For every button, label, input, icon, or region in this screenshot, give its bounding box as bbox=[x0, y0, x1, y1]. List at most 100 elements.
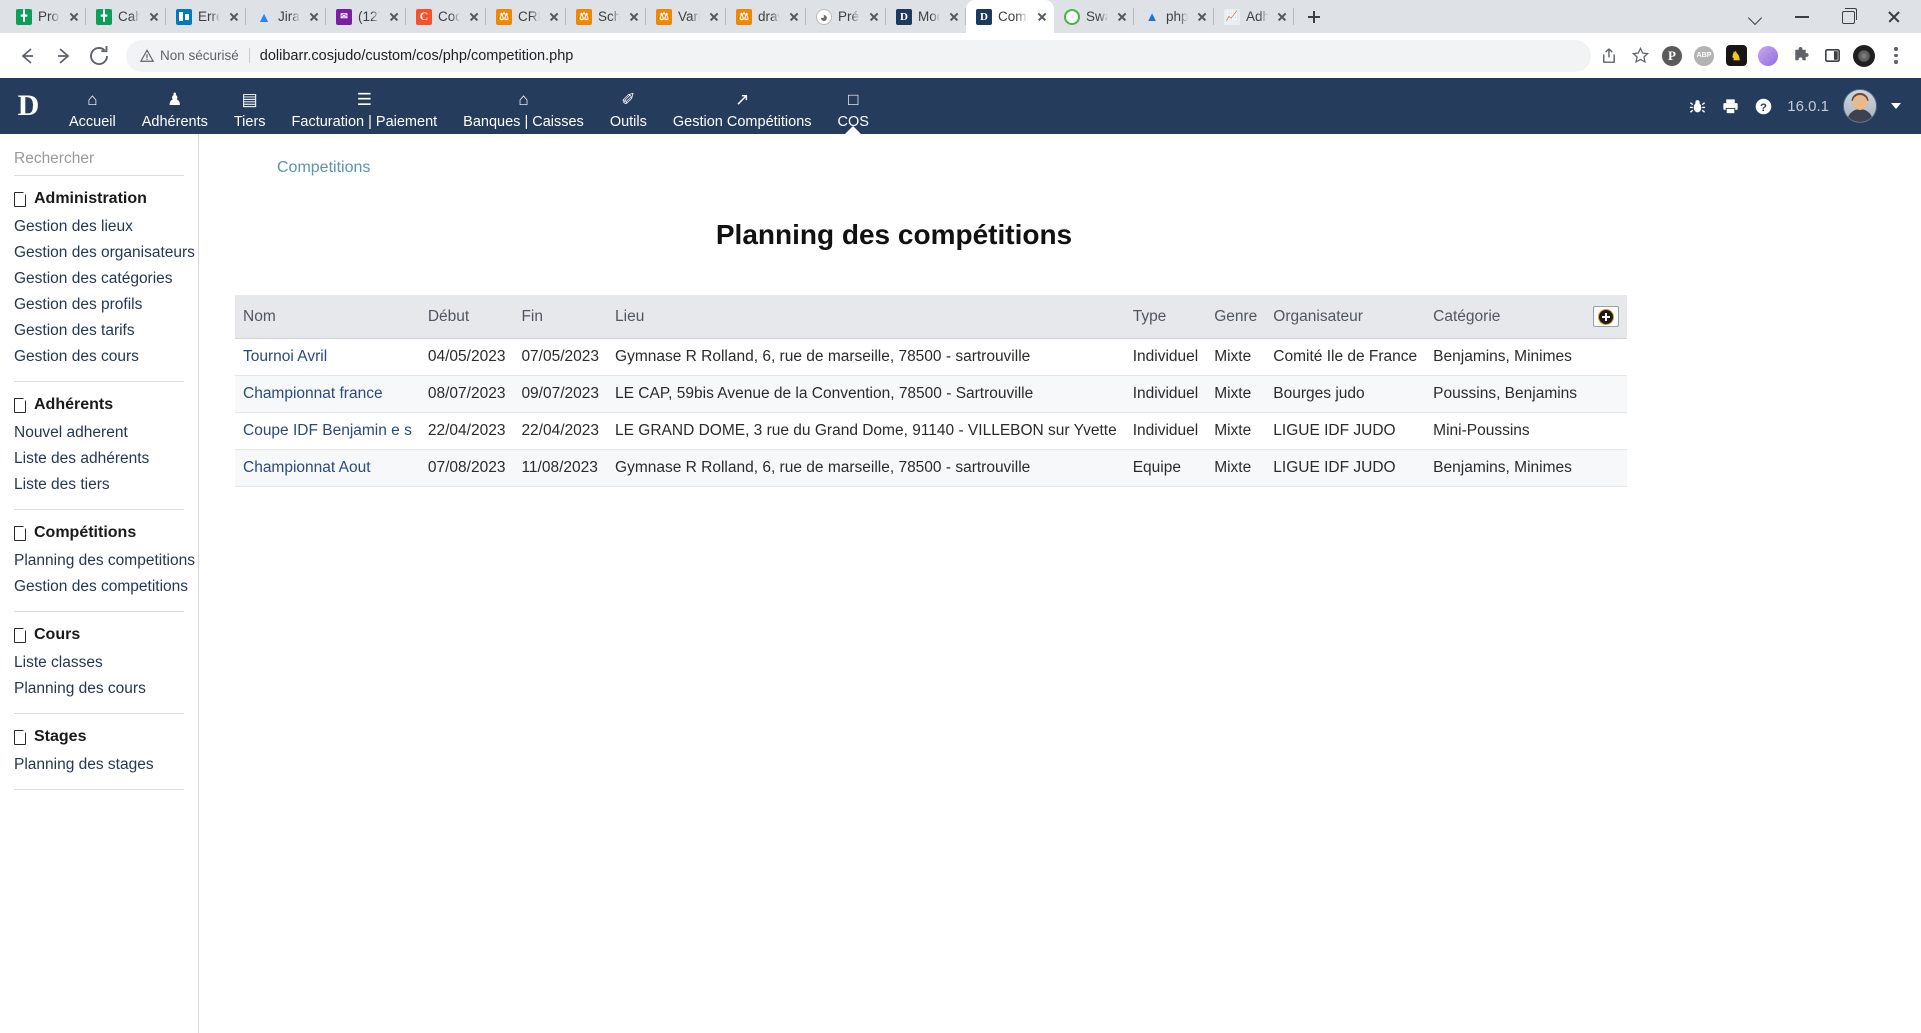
pinterest-extension-icon[interactable]: P bbox=[1657, 41, 1687, 71]
address-bar[interactable]: Non sécurisé dolibarr.cosjudo/custom/cos… bbox=[126, 39, 1591, 72]
bookmark-star-icon[interactable] bbox=[1625, 41, 1655, 71]
forward-button[interactable] bbox=[46, 39, 80, 73]
sidebar-item-gestion-des-profils[interactable]: Gestion des profils bbox=[0, 292, 198, 318]
browser-tab[interactable]: ⚖ CRM C bbox=[486, 0, 566, 33]
dolibarr-logo[interactable]: D bbox=[0, 78, 56, 134]
sidebar-item-planning-des-cours[interactable]: Planning des cours bbox=[0, 676, 198, 702]
topmenu-item-cos[interactable]: □ COS bbox=[825, 78, 882, 134]
close-tab-icon[interactable] bbox=[1194, 9, 1210, 25]
table-header-fin[interactable]: Fin bbox=[513, 295, 608, 339]
close-tab-icon[interactable] bbox=[786, 9, 802, 25]
puzzle-extensions-icon[interactable] bbox=[1785, 41, 1815, 71]
purple-extension-icon[interactable] bbox=[1753, 41, 1783, 71]
restore-window-button[interactable] bbox=[1825, 0, 1871, 33]
close-tab-icon[interactable] bbox=[866, 9, 882, 25]
browser-tab[interactable]: ▲ php - G bbox=[1134, 0, 1214, 33]
table-header-genre[interactable]: Genre bbox=[1206, 295, 1266, 339]
browser-tab[interactable]: D Compe bbox=[966, 0, 1054, 33]
close-tab-icon[interactable] bbox=[306, 9, 322, 25]
avatar[interactable] bbox=[1843, 89, 1877, 123]
printer-icon[interactable] bbox=[1721, 97, 1740, 116]
browser-tab[interactable]: ╋ Project bbox=[6, 0, 86, 33]
sidebar-item-liste-des-tiers[interactable]: Liste des tiers bbox=[0, 472, 198, 498]
sidebar-item-gestion-des-organisateurs[interactable]: Gestion des organisateurs bbox=[0, 240, 198, 266]
browser-tab[interactable]: ⚖ Schéma bbox=[566, 0, 646, 33]
sidebar-item-gestion-des-tarifs[interactable]: Gestion des tarifs bbox=[0, 318, 198, 344]
browser-tab[interactable]: Swagge bbox=[1054, 0, 1134, 33]
browser-tab[interactable]: ▲ Jira | Lo bbox=[246, 0, 326, 33]
browser-tab[interactable]: C Coda | bbox=[406, 0, 486, 33]
sidebar-item-gestion-des-cours[interactable]: Gestion des cours bbox=[0, 344, 198, 370]
table-header-d-but[interactable]: Début bbox=[419, 295, 514, 339]
close-tab-icon[interactable] bbox=[946, 9, 962, 25]
reload-button[interactable] bbox=[82, 39, 116, 73]
close-window-button[interactable] bbox=[1871, 0, 1917, 33]
competition-link[interactable]: Tournoi Avril bbox=[243, 348, 327, 365]
browser-tab[interactable]: ⚖ Variable bbox=[646, 0, 726, 33]
topmenu-item-banques-caisses[interactable]: ⌂ Banques | Caisses bbox=[450, 78, 597, 134]
close-tab-icon[interactable] bbox=[66, 9, 82, 25]
table-header-nom[interactable]: Nom bbox=[235, 295, 420, 339]
chevron-down-icon[interactable] bbox=[1891, 103, 1901, 109]
minimize-window-button[interactable] bbox=[1779, 0, 1825, 33]
close-tab-icon[interactable] bbox=[466, 9, 482, 25]
security-warning[interactable]: Non sécurisé bbox=[140, 48, 250, 63]
sidebar-item-planning-des-stages[interactable]: Planning des stages bbox=[0, 752, 198, 778]
browser-tab[interactable]: ⚖ draw.io bbox=[726, 0, 806, 33]
back-button[interactable] bbox=[10, 39, 44, 73]
sidebar-item-gestion-des-cat-gories[interactable]: Gestion des catégories bbox=[0, 266, 198, 292]
browser-tab[interactable]: Erreur | bbox=[166, 0, 246, 33]
table-header-type[interactable]: Type bbox=[1124, 295, 1207, 339]
adblock-extension-icon[interactable]: ABP bbox=[1689, 41, 1719, 71]
add-competition-button[interactable] bbox=[1593, 306, 1620, 327]
browser-tab[interactable]: ╋ Cahier d bbox=[86, 0, 166, 33]
close-tab-icon[interactable] bbox=[386, 9, 402, 25]
profile-avatar-icon[interactable] bbox=[1849, 41, 1879, 71]
close-tab-icon[interactable] bbox=[146, 9, 162, 25]
table-row[interactable]: Coupe IDF Benjamin e s 22/04/2023 22/04/20… bbox=[235, 412, 1628, 450]
search-input[interactable] bbox=[14, 150, 214, 168]
topmenu-item-gestion-comp-titions[interactable]: ↗ Gestion Compétitions bbox=[660, 78, 825, 134]
close-tab-icon[interactable] bbox=[1034, 9, 1050, 25]
sidebar-item-nouvel-adherent[interactable]: Nouvel adherent bbox=[0, 420, 198, 446]
sidebar-item-liste-des-adh-rents[interactable]: Liste des adhérents bbox=[0, 446, 198, 472]
browser-tab[interactable]: 📈 Adhére bbox=[1214, 0, 1294, 33]
browser-tab[interactable]: ◕ Présent bbox=[806, 0, 886, 33]
topmenu-item-outils[interactable]: ✐ Outils bbox=[597, 78, 660, 134]
table-row[interactable]: Championnat Aout 07/08/2023 11/08/2023 Gymn… bbox=[235, 449, 1628, 487]
close-tab-icon[interactable] bbox=[226, 9, 242, 25]
new-tab-button[interactable] bbox=[1300, 3, 1328, 31]
browser-tab[interactable]: ✉ (1276 m bbox=[326, 0, 406, 33]
topmenu-item-accueil[interactable]: ⌂ Accueil bbox=[56, 78, 129, 134]
chrome-menu-icon[interactable] bbox=[1881, 41, 1911, 71]
competition-link[interactable]: Championnat Aout bbox=[243, 459, 371, 476]
help-icon[interactable]: ? bbox=[1754, 97, 1773, 116]
sidebar-item-liste-classes[interactable]: Liste classes bbox=[0, 650, 198, 676]
sidebar-item-gestion-des-competitions[interactable]: Gestion des competitions bbox=[0, 574, 198, 600]
table-header-lieu[interactable]: Lieu bbox=[607, 295, 1125, 339]
close-tab-icon[interactable] bbox=[706, 9, 722, 25]
bug-icon[interactable] bbox=[1688, 97, 1707, 116]
topmenu-item-adh-rents[interactable]: ♟ Adhérents bbox=[129, 78, 221, 134]
table-header-organisateur[interactable]: Organisateur bbox=[1265, 295, 1426, 339]
close-tab-icon[interactable] bbox=[1114, 9, 1130, 25]
honey-extension-icon[interactable]: ♞ bbox=[1721, 41, 1751, 71]
table-header-cat-gorie[interactable]: Catégorie bbox=[1425, 295, 1586, 339]
breadcrumb[interactable]: Competitions bbox=[199, 134, 1921, 177]
topmenu-item-tiers[interactable]: ▤ Tiers bbox=[221, 78, 279, 134]
sidebar-item-gestion-des-lieux[interactable]: Gestion des lieux bbox=[0, 214, 198, 240]
close-tab-icon[interactable] bbox=[1274, 9, 1290, 25]
close-tab-icon[interactable] bbox=[626, 9, 642, 25]
side-panel-icon[interactable] bbox=[1817, 41, 1847, 71]
sidebar-search[interactable] bbox=[14, 150, 224, 176]
share-icon[interactable] bbox=[1593, 41, 1623, 71]
sidebar-item-planning-des-competitions[interactable]: Planning des competitions bbox=[0, 548, 198, 574]
competition-link[interactable]: Coupe IDF Benjamin e s bbox=[243, 422, 412, 439]
tab-search-chevron-icon[interactable] bbox=[1733, 0, 1779, 33]
close-tab-icon[interactable] bbox=[546, 9, 562, 25]
topmenu-item-facturation-paiement[interactable]: ☰ Facturation | Paiement bbox=[279, 78, 451, 134]
table-row[interactable]: Championnat france 08/07/2023 09/07/2023 LE… bbox=[235, 375, 1628, 413]
table-row[interactable]: Tournoi Avril 04/05/2023 07/05/2023 Gymnase… bbox=[235, 338, 1628, 376]
browser-tab[interactable]: D Module bbox=[886, 0, 966, 33]
competition-link[interactable]: Championnat france bbox=[243, 385, 383, 402]
